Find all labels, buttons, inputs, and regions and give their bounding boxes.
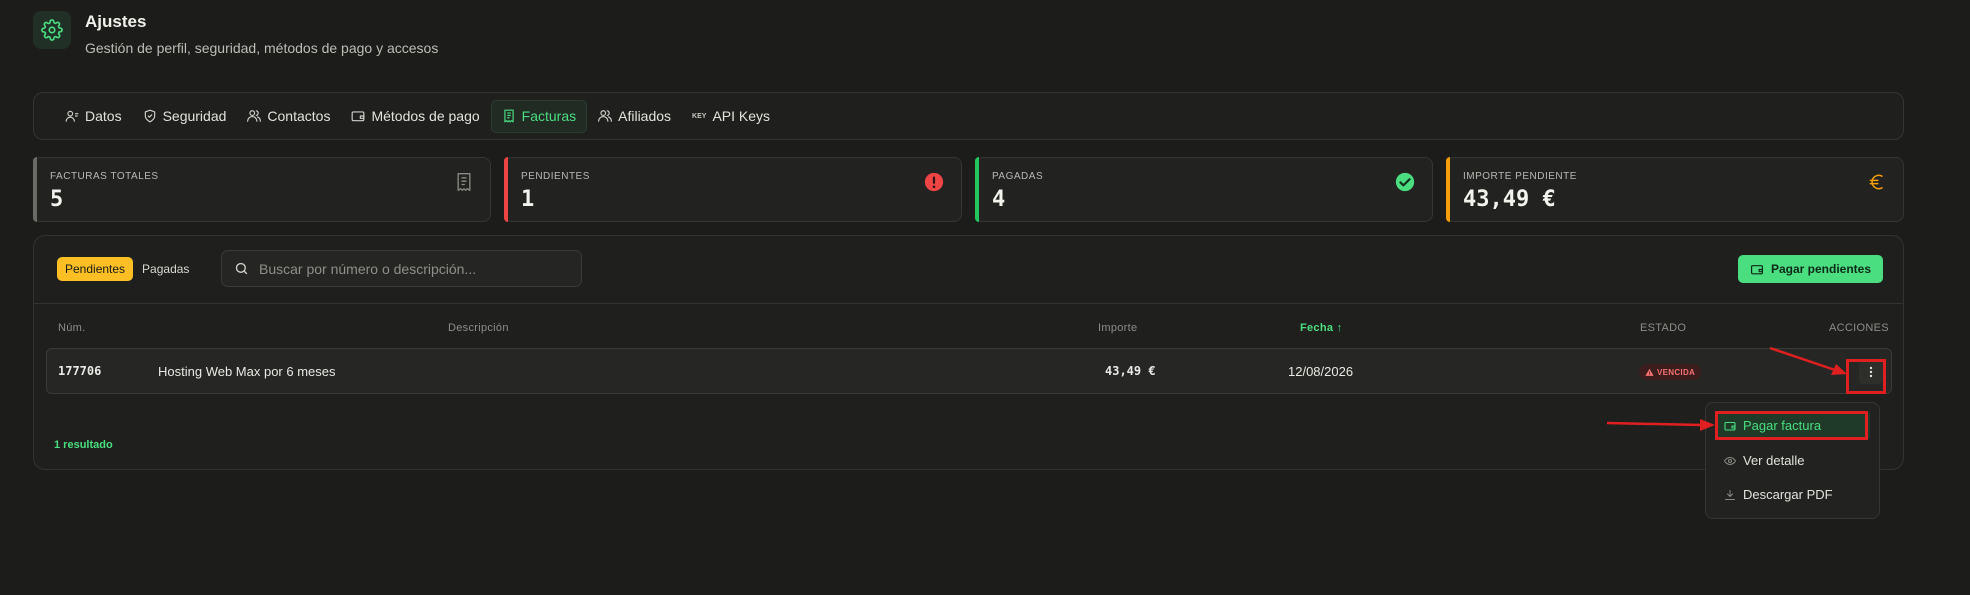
alert-icon bbox=[923, 171, 945, 198]
invoice-number: 177706 bbox=[58, 364, 102, 378]
shield-icon bbox=[144, 109, 155, 123]
check-circle-icon bbox=[1394, 171, 1416, 198]
search-box[interactable] bbox=[221, 250, 582, 287]
warning-icon bbox=[1645, 368, 1654, 376]
col-header-importe[interactable]: Importe bbox=[1098, 322, 1137, 334]
tab-datos[interactable]: Datos bbox=[55, 101, 132, 132]
status-badge-label: VENCIDA bbox=[1657, 367, 1696, 377]
panel-divider bbox=[34, 303, 1903, 304]
tab-label: Seguridad bbox=[162, 108, 227, 124]
tab-label: Afiliados bbox=[618, 108, 672, 124]
stat-value: 4 bbox=[992, 187, 1006, 212]
stat-accent-bar bbox=[975, 157, 979, 222]
tab-label: Datos bbox=[85, 108, 122, 124]
invoice-date: 12/08/2026 bbox=[1288, 364, 1354, 379]
page-subtitle: Gestión de perfil, seguridad, métodos de… bbox=[85, 40, 439, 56]
invoice-description: Hosting Web Max por 6 meses bbox=[158, 364, 336, 379]
tab-label: Contactos bbox=[267, 108, 331, 124]
table-row[interactable]: 177706 Hosting Web Max por 6 meses 43,49… bbox=[46, 348, 1892, 394]
stat-value: 43,49 € bbox=[1463, 187, 1556, 212]
menu-item-ver-detalle[interactable]: Ver detalle bbox=[1715, 446, 1870, 475]
stat-label: PAGADAS bbox=[992, 171, 1044, 182]
users-icon bbox=[247, 110, 262, 122]
search-input[interactable] bbox=[257, 259, 561, 278]
user-plus-icon bbox=[598, 110, 613, 122]
annotation-highlight-box bbox=[1846, 359, 1886, 394]
filter-pagadas[interactable]: Pagadas bbox=[134, 257, 197, 281]
page-title: Ajustes bbox=[85, 12, 147, 31]
stat-label: PENDIENTES bbox=[521, 171, 590, 182]
status-badge: VENCIDA bbox=[1639, 364, 1702, 380]
tab-contactos[interactable]: Contactos bbox=[237, 101, 340, 132]
search-icon bbox=[235, 262, 248, 275]
invoices-panel: Pendientes Pagadas Pagar pendientes Núm.… bbox=[33, 235, 1904, 470]
stat-card-importe-pendiente: IMPORTE PENDIENTE 43,49 € bbox=[1446, 157, 1904, 222]
tab-afiliados[interactable]: Afiliados bbox=[588, 101, 681, 132]
stat-value: 5 bbox=[50, 187, 64, 212]
tab-metodos-de-pago[interactable]: Métodos de pago bbox=[341, 101, 489, 132]
tab-api-keys[interactable]: KEY API Keys bbox=[682, 101, 780, 132]
pay-pending-label: Pagar pendientes bbox=[1770, 262, 1871, 276]
tab-label: Facturas bbox=[521, 108, 577, 124]
stat-accent-bar bbox=[504, 157, 508, 222]
pay-pending-button[interactable]: Pagar pendientes bbox=[1737, 255, 1883, 283]
euro-icon bbox=[1867, 171, 1887, 198]
wallet-icon bbox=[1750, 264, 1763, 274]
stat-label: FACTURAS TOTALES bbox=[50, 171, 159, 182]
page-header: Ajustes Gestión de perfil, seguridad, mé… bbox=[33, 11, 438, 56]
col-header-fecha[interactable]: Fecha ↑ bbox=[1300, 322, 1342, 334]
wallet-icon bbox=[352, 111, 365, 122]
menu-item-label: Descargar PDF bbox=[1743, 487, 1833, 502]
menu-item-label: Ver detalle bbox=[1743, 453, 1805, 468]
tab-label: API Keys bbox=[712, 108, 771, 124]
invoice-amount: 43,49 € bbox=[1105, 364, 1156, 378]
col-header-estado: ESTADO bbox=[1640, 322, 1687, 334]
stat-value: 1 bbox=[521, 187, 535, 212]
menu-item-descargar-pdf[interactable]: Descargar PDF bbox=[1715, 480, 1870, 509]
annotation-highlight-box bbox=[1715, 411, 1868, 440]
receipt-icon bbox=[454, 171, 474, 198]
download-icon bbox=[1725, 489, 1735, 500]
tab-label: Métodos de pago bbox=[371, 108, 480, 124]
col-header-num[interactable]: Núm. bbox=[58, 322, 85, 334]
status-filter: Pendientes Pagadas bbox=[57, 257, 197, 281]
stat-accent-bar bbox=[33, 157, 37, 222]
key-icon: KEY bbox=[692, 112, 707, 120]
user-icon bbox=[65, 110, 79, 122]
stat-label: IMPORTE PENDIENTE bbox=[1463, 171, 1577, 182]
results-count: 1 resultado bbox=[54, 439, 113, 451]
tab-facturas[interactable]: Facturas bbox=[490, 99, 588, 133]
gear-icon bbox=[33, 11, 71, 49]
settings-tabs: Datos Seguridad Contactos Métodos de pag… bbox=[33, 92, 1904, 140]
receipt-icon bbox=[503, 109, 514, 123]
stat-card-facturas-totales: FACTURAS TOTALES 5 bbox=[33, 157, 491, 222]
eye-icon bbox=[1723, 456, 1737, 465]
col-header-descripcion[interactable]: Descripción bbox=[448, 322, 509, 334]
filter-pendientes[interactable]: Pendientes bbox=[57, 257, 134, 281]
tab-seguridad[interactable]: Seguridad bbox=[133, 101, 237, 132]
stat-card-pagadas: PAGADAS 4 bbox=[975, 157, 1433, 222]
stat-accent-bar bbox=[1446, 157, 1450, 222]
col-header-acciones: ACCIONES bbox=[1829, 322, 1889, 334]
stat-card-pendientes: PENDIENTES 1 bbox=[504, 157, 962, 222]
